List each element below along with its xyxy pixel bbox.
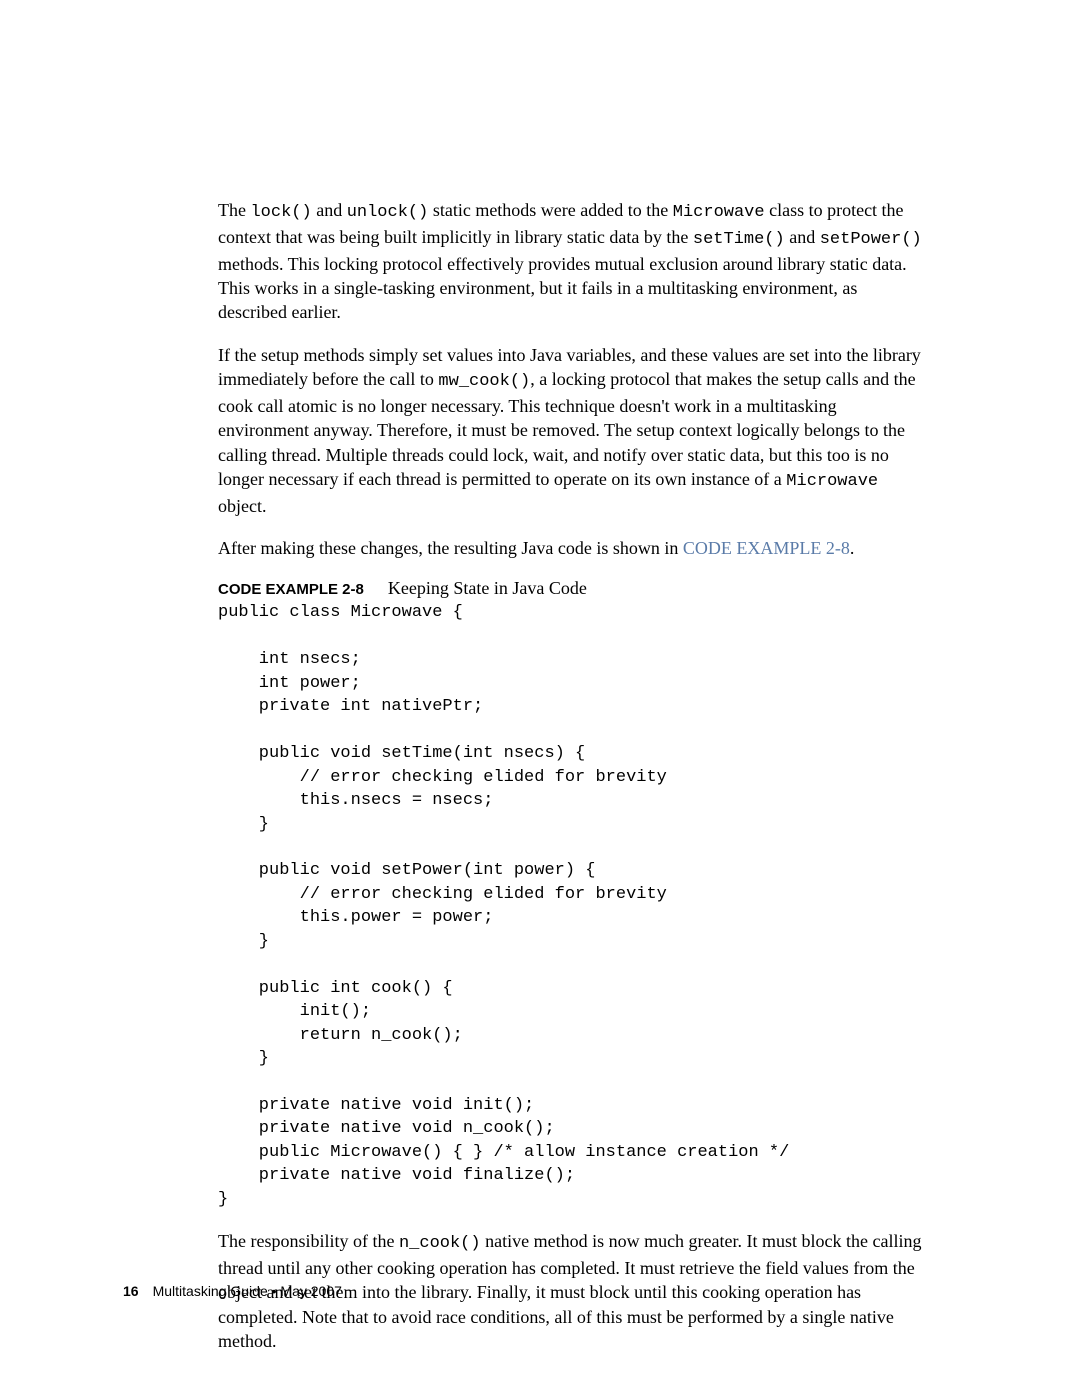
inline-code: Microwave — [786, 472, 878, 491]
inline-code: setPower() — [820, 230, 922, 249]
paragraph-3: After making these changes, the resultin… — [218, 536, 930, 560]
text: methods. This locking protocol effective… — [218, 254, 907, 323]
text: After making these changes, the resultin… — [218, 538, 683, 558]
page-number: 16 — [123, 1283, 139, 1299]
footer-title: Multitasking Guide • May 2007 — [153, 1283, 342, 1299]
inline-code: mw_cook() — [438, 372, 530, 391]
text: and — [785, 227, 820, 247]
inline-code: lock() — [250, 203, 311, 222]
paragraph-2: If the setup methods simply set values i… — [218, 343, 930, 518]
text: and — [312, 200, 347, 220]
page-footer: 16 Multitasking Guide • May 2007 — [123, 1283, 342, 1299]
paragraph-1: The lock() and unlock() static methods w… — [218, 198, 930, 325]
code-example-link[interactable]: CODE EXAMPLE 2-8 — [683, 538, 850, 558]
code-example-label: CODE EXAMPLE 2-8 — [218, 581, 364, 598]
code-block: public class Microwave { int nsecs; int … — [218, 601, 930, 1211]
inline-code: Microwave — [673, 203, 765, 222]
page-content: The lock() and unlock() static methods w… — [0, 0, 1080, 1353]
text: . — [850, 538, 855, 558]
inline-code: unlock() — [347, 203, 429, 222]
inline-code: setTime() — [693, 230, 785, 249]
inline-code: n_cook() — [399, 1234, 481, 1253]
code-example-title: Keeping State in Java Code — [388, 578, 587, 598]
text: static methods were added to the — [428, 200, 672, 220]
text: object. — [218, 496, 266, 516]
code-example-header: CODE EXAMPLE 2-8 Keeping State in Java C… — [218, 578, 930, 599]
text: The responsibility of the — [218, 1231, 399, 1251]
text: The — [218, 200, 250, 220]
